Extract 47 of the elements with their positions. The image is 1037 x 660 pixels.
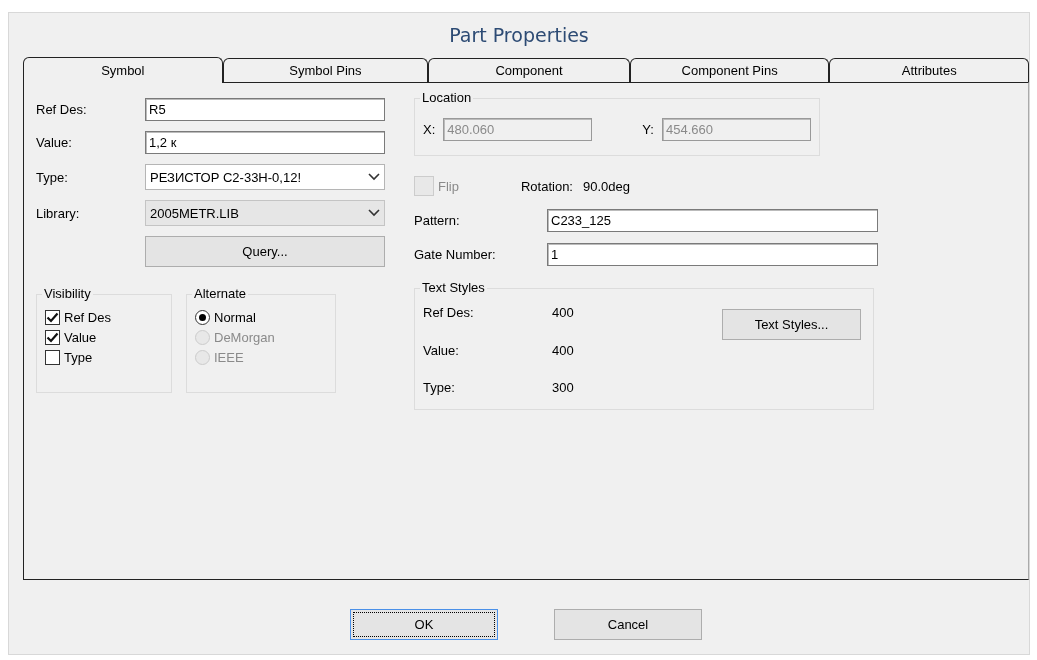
- style-value: 300: [552, 380, 575, 398]
- text-field[interactable]: C233_125: [547, 209, 878, 232]
- tab[interactable]: Component: [428, 58, 630, 82]
- dialog-button[interactable]: OK: [350, 609, 498, 640]
- coordinate-label: Y:: [642, 121, 654, 137]
- checkbox[interactable]: [45, 309, 60, 325]
- dialog-button[interactable]: Cancel: [554, 609, 702, 640]
- radio-button[interactable]: [195, 309, 210, 325]
- radio-label: Normal: [214, 309, 256, 325]
- query-button[interactable]: Query...: [145, 236, 385, 267]
- checkbox-label: Value: [64, 329, 97, 345]
- tab[interactable]: Symbol Pins: [222, 58, 429, 82]
- text-field[interactable]: 1: [547, 243, 878, 266]
- style-value: 400: [552, 305, 575, 322]
- coordinate-label: X:: [423, 121, 436, 137]
- group-title: Text Styles: [420, 280, 487, 296]
- radio-label: DeMorgan: [214, 329, 275, 345]
- text-styles-button[interactable]: Text Styles...: [722, 309, 861, 340]
- field-label: Library:: [36, 205, 81, 221]
- chevron-down-icon: [368, 173, 380, 181]
- field-label: Pattern:: [414, 213, 461, 228]
- field-label: Ref Des:: [36, 102, 88, 117]
- text-field[interactable]: R5: [145, 98, 385, 121]
- tab[interactable]: Attributes: [829, 58, 1029, 82]
- rotation-value: 90.0deg: [583, 178, 630, 194]
- style-label: Value:: [423, 342, 460, 360]
- style-value: 400: [552, 342, 575, 360]
- combo-box[interactable]: РЕЗИСТОР С2-33Н-0,12!: [145, 164, 385, 190]
- dropdown[interactable]: 2005METR.LIB: [145, 200, 385, 226]
- tab[interactable]: Component Pins: [629, 58, 830, 82]
- chevron-down-icon: [368, 209, 380, 217]
- checkbox[interactable]: [45, 349, 60, 365]
- window-title: Part Properties: [448, 23, 590, 48]
- text-field[interactable]: 1,2 к: [145, 131, 385, 154]
- checkbox-label: Ref Des: [64, 309, 111, 325]
- rotation-label: Rotation:: [520, 178, 573, 194]
- group-title: Visibility: [42, 286, 93, 302]
- tab[interactable]: Symbol: [23, 57, 223, 83]
- field-label: Value:: [36, 135, 73, 150]
- field-label: Gate Number:: [414, 247, 497, 262]
- checkbox-label: Flip: [438, 178, 459, 194]
- field-label: Type:: [36, 169, 69, 185]
- checkbox-label: Type: [64, 349, 93, 365]
- style-label: Type:: [423, 380, 456, 398]
- checkbox[interactable]: [45, 329, 60, 345]
- style-label: Ref Des:: [423, 305, 475, 322]
- radio-label: IEEE: [214, 349, 244, 365]
